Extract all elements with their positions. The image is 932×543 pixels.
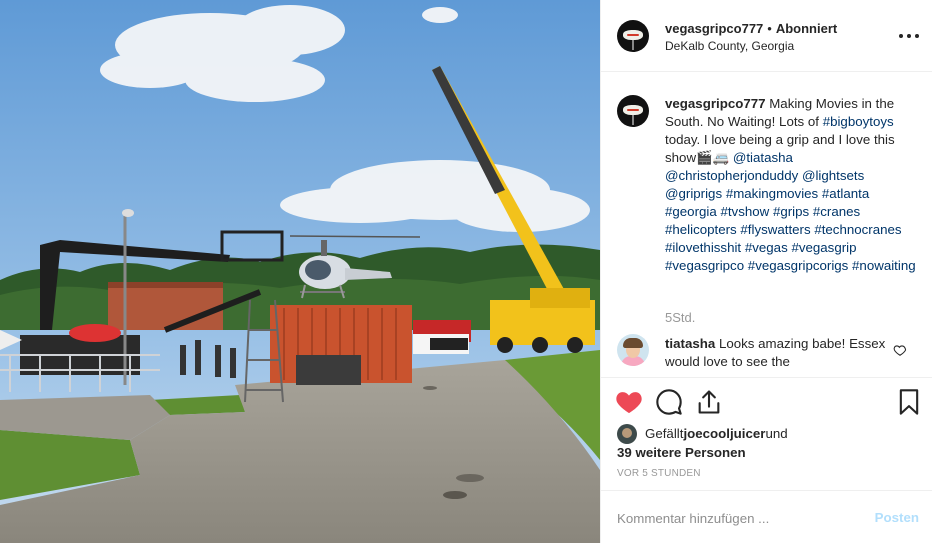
liker-avatar[interactable]	[617, 424, 637, 444]
mention-link[interactable]: @christopherjonduddy	[665, 168, 798, 183]
likes-summary: Gefällt joecooljuicer und 39 weitere Per…	[617, 424, 788, 462]
follow-status-button[interactable]: Abonniert	[776, 21, 837, 36]
post-timestamp[interactable]: VOR 5 STUNDEN	[617, 468, 701, 479]
likes-others-link[interactable]: 39 weitere Personen	[617, 445, 746, 460]
location-link[interactable]: DeKalb County, Georgia	[665, 39, 794, 53]
mention-link[interactable]: @tiatasha	[733, 150, 793, 165]
mention-link[interactable]: @lightsets	[802, 168, 864, 183]
bookmark-icon[interactable]	[895, 388, 923, 416]
hashtag-link[interactable]: #technocranes	[814, 222, 901, 237]
separator-dot: •	[767, 21, 772, 36]
share-upload-icon[interactable]	[695, 388, 723, 416]
hashtag-link[interactable]: #nowaiting	[852, 258, 916, 273]
likes-mid: und	[765, 426, 788, 441]
add-comment-bar: Posten	[601, 490, 932, 543]
post-sidebar: vegasgripco777 • Abonniert DeKalb County, …	[600, 0, 932, 543]
comment-input[interactable]	[617, 508, 857, 528]
comment-username[interactable]: tiatasha	[665, 336, 715, 351]
comment-like-heart-icon[interactable]	[893, 343, 907, 357]
post-photo[interactable]	[0, 0, 600, 543]
hashtag-link[interactable]: #flyswatters	[740, 222, 810, 237]
hashtag-link[interactable]: #vegasgripco	[665, 258, 744, 273]
hashtag-link[interactable]: #vegas	[745, 240, 788, 255]
caption-time[interactable]: 5Std.	[665, 310, 695, 325]
post-caption: vegasgripco777 Making Movies in the Sout…	[665, 95, 921, 275]
hashtag-link[interactable]: #bigboytoys	[823, 114, 894, 129]
likes-prefix: Gefällt	[645, 426, 684, 441]
post-actions: Gefällt joecooljuicer und 39 weitere Per…	[601, 377, 932, 489]
hashtag-link[interactable]: #vegasgripcorigs	[748, 258, 849, 273]
comments-list[interactable]: vegasgripco777 Making Movies in the Sout…	[601, 73, 932, 377]
hashtag-link[interactable]: #makingmovies	[726, 186, 818, 201]
film-set-photo	[0, 0, 600, 543]
caption-avatar[interactable]	[617, 95, 649, 127]
hashtag-link[interactable]: #grips	[773, 204, 809, 219]
heart-filled-icon[interactable]	[615, 388, 643, 416]
caption-username[interactable]: vegasgripco777	[665, 96, 766, 111]
header-username[interactable]: vegasgripco777	[665, 21, 763, 36]
more-options-icon[interactable]	[899, 26, 919, 46]
hashtag-link[interactable]: #tvshow	[720, 204, 769, 219]
hashtag-link[interactable]: #vegasgrip	[791, 240, 856, 255]
mention-link[interactable]: @griprigs	[665, 186, 722, 201]
post-comment-button[interactable]: Posten	[875, 510, 919, 525]
header-user-line: vegasgripco777 • Abonniert	[665, 21, 837, 36]
vegas-sign-icon	[622, 104, 644, 116]
profile-avatar[interactable]	[617, 20, 649, 52]
hashtag-link[interactable]: #georgia	[665, 204, 717, 219]
post-header: vegasgripco777 • Abonniert DeKalb County, …	[601, 0, 932, 72]
commenter-avatar[interactable]	[617, 334, 649, 366]
hashtag-link[interactable]: #ilovethisshit	[665, 240, 741, 255]
hashtag-link[interactable]: #atlanta	[822, 186, 869, 201]
comment-bubble-icon[interactable]	[655, 388, 683, 416]
liker-username[interactable]: joecooljuicer	[683, 425, 765, 443]
hashtag-link[interactable]: #cranes	[813, 204, 860, 219]
comment-item: tiatasha Looks amazing babe! Essex would…	[665, 335, 889, 371]
vegas-sign-icon	[622, 29, 644, 41]
hashtag-link[interactable]: #helicopters	[665, 222, 737, 237]
